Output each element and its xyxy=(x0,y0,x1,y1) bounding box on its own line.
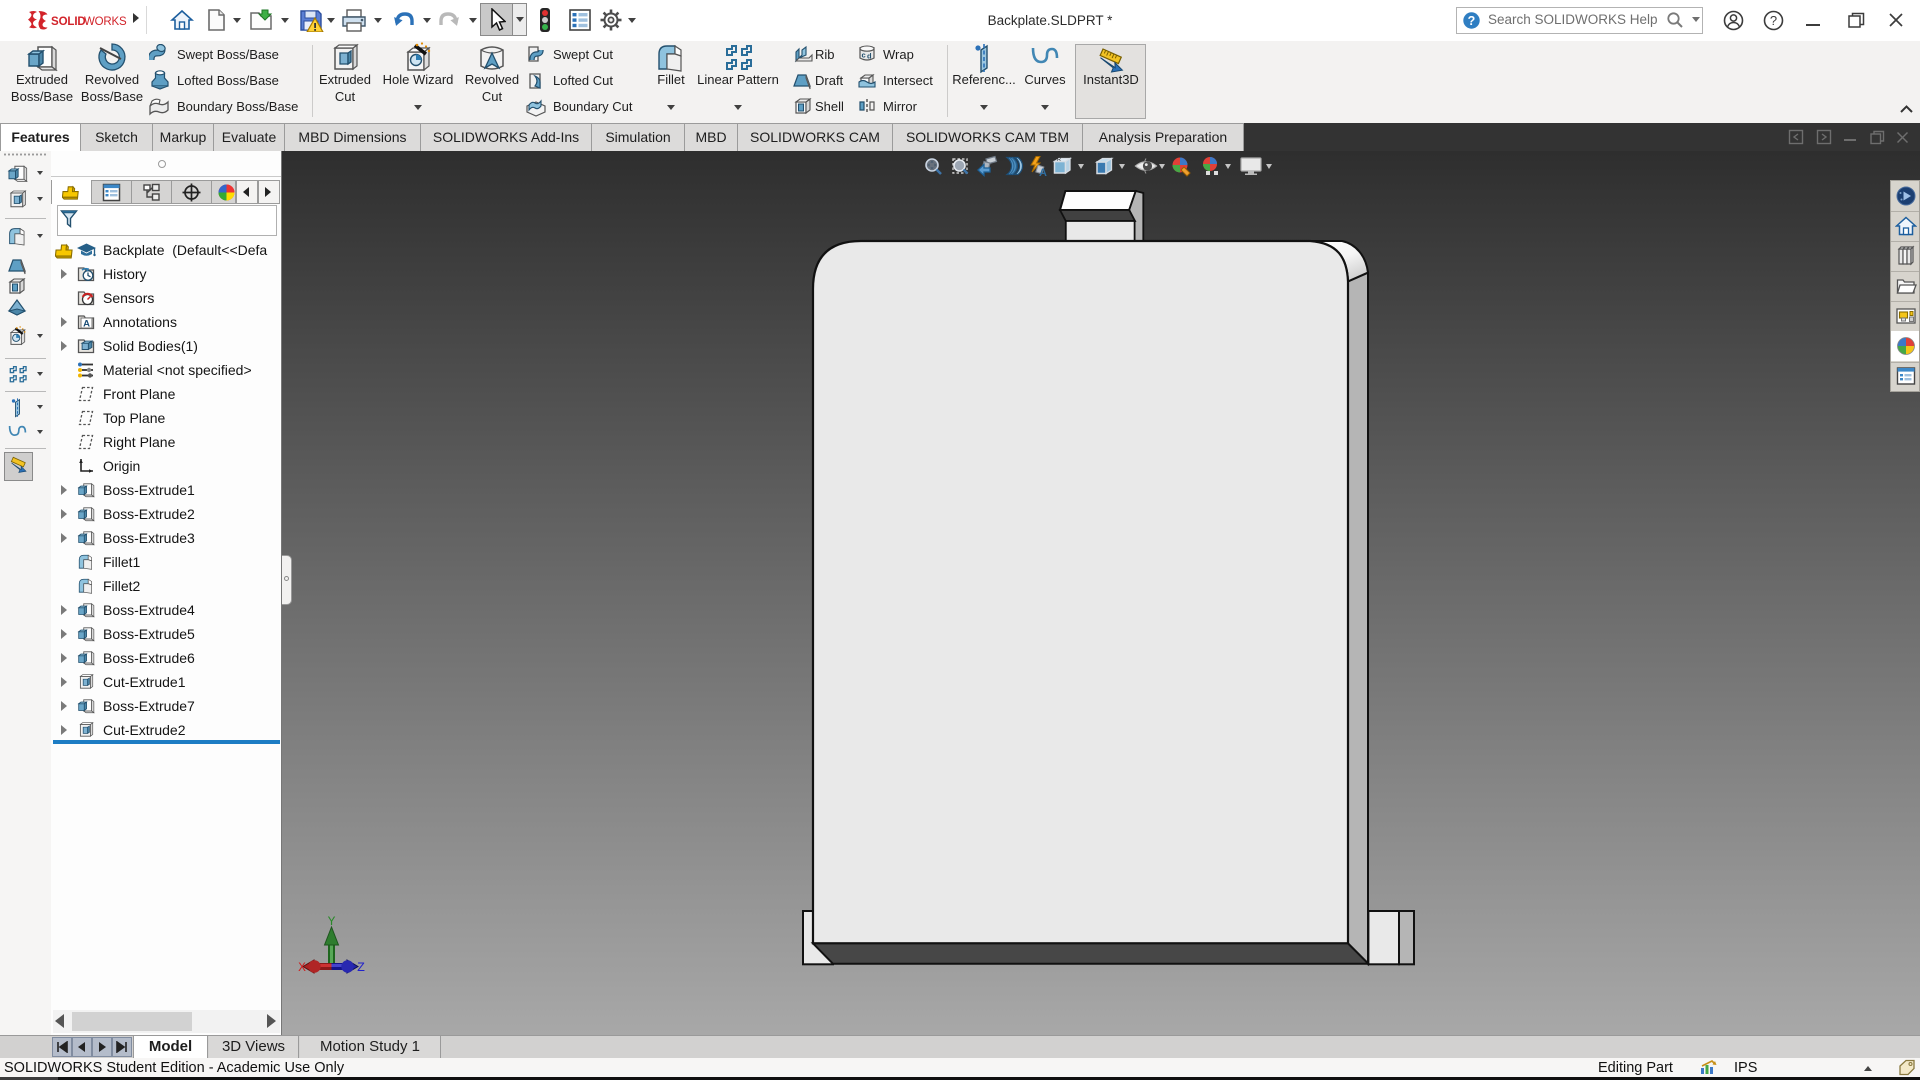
svg-text:SOLID: SOLID xyxy=(51,16,86,28)
svg-text:R: R xyxy=(1057,157,1061,163)
svg-text:Y: Y xyxy=(328,914,336,929)
svg-text:c: c xyxy=(862,51,866,60)
svg-text:d: d xyxy=(867,52,872,61)
svg-text:A: A xyxy=(1039,167,1047,177)
svg-text:?: ? xyxy=(1468,14,1476,28)
svg-text:X: X xyxy=(298,960,306,975)
svg-text:WORKS: WORKS xyxy=(84,16,127,28)
svg-text:Z: Z xyxy=(357,960,365,975)
svg-text:?: ? xyxy=(1770,13,1777,28)
svg-text:A: A xyxy=(83,319,90,330)
